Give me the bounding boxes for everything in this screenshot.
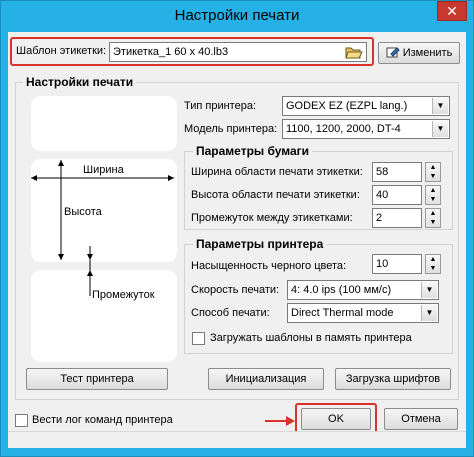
printer-model-select[interactable]: 1100, 1200, 2000, DT-4 ▼ (282, 119, 450, 139)
diagram-width-label: Ширина (83, 164, 124, 176)
ok-button[interactable]: OK (301, 408, 371, 430)
paper-gap-spinner[interactable]: ▲ ▼ (425, 208, 441, 228)
change-button-label: Изменить (402, 47, 453, 59)
diagram-gap-label: Промежуток (92, 289, 155, 301)
paper-gap-label: Промежуток между этикетками: (191, 212, 353, 224)
speed-label: Скорость печати: (191, 284, 280, 296)
printer-type-label: Тип принтера: (184, 100, 257, 112)
browse-button[interactable] (345, 44, 363, 60)
change-button[interactable]: Изменить (378, 42, 460, 64)
load-fonts-button[interactable]: Загрузка шрифтов (335, 368, 451, 390)
method-select[interactable]: Direct Thermal mode ▼ (287, 303, 439, 323)
initialize-button[interactable]: Инициализация (208, 368, 324, 390)
dialog-body: Шаблон этикетки: Этикетка_1 60 x 40.lb3 … (8, 32, 466, 448)
printer-model-label: Модель принтера: (184, 123, 278, 135)
cancel-button[interactable]: Отмена (384, 408, 458, 430)
darkness-spinner[interactable]: ▲ ▼ (425, 254, 441, 274)
arrow-right-icon (265, 416, 295, 426)
chevron-down-icon: ▼ (421, 282, 437, 298)
paper-height-input[interactable]: 40 (372, 185, 422, 205)
paper-title: Параметры бумаги (193, 144, 313, 158)
edit-icon (386, 47, 400, 58)
paper-height-label: Высота области печати этикетки: (191, 189, 360, 201)
load-templates-checkbox[interactable] (192, 332, 205, 345)
paper-height-spinner[interactable]: ▲ ▼ (425, 185, 441, 205)
load-templates-label: Загружать шаблоны в память принтера (210, 332, 412, 344)
chevron-down-icon: ▼ (432, 98, 448, 114)
paper-gap-input[interactable]: 2 (372, 208, 422, 228)
log-label: Вести лог команд принтера (32, 414, 173, 426)
paper-height-value: 40 (376, 189, 389, 201)
darkness-value: 10 (376, 258, 389, 270)
printer-title: Параметры принтера (193, 237, 327, 251)
close-button[interactable]: ✕ (437, 1, 467, 21)
paper-gap-value: 2 (376, 212, 383, 224)
darkness-input[interactable]: 10 (372, 254, 422, 274)
paper-width-spinner[interactable]: ▲ ▼ (425, 162, 441, 182)
folder-open-icon (345, 47, 363, 59)
chevron-down-icon: ▼ (421, 305, 437, 321)
print-settings-window: Настройки печати ✕ Шаблон этикетки: Этик… (0, 0, 474, 457)
window-title: Настройки печати (174, 7, 300, 24)
status-bar (8, 431, 466, 448)
printer-type-select[interactable]: GODEX EZ (EZPL lang.) ▼ (282, 96, 450, 116)
printer-type-value: GODEX EZ (EZPL lang.) (286, 100, 408, 112)
paper-width-label: Ширина области печати этикетки: (191, 166, 363, 178)
close-icon: ✕ (446, 3, 458, 19)
test-printer-button[interactable]: Тест принтера (26, 368, 168, 390)
method-value: Direct Thermal mode (291, 307, 394, 319)
paper-width-value: 58 (376, 166, 389, 178)
log-checkbox[interactable] (15, 414, 28, 427)
chevron-down-icon: ▼ (432, 121, 448, 137)
printer-model-value: 1100, 1200, 2000, DT-4 (286, 123, 401, 135)
diagram-height-label: Высота (64, 206, 102, 218)
speed-value: 4: 4.0 ips (100 мм/с) (291, 284, 392, 296)
speed-select[interactable]: 4: 4.0 ips (100 мм/с) ▼ (287, 280, 439, 300)
paper-width-input[interactable]: 58 (372, 162, 422, 182)
dimension-arrows (31, 160, 174, 296)
method-label: Способ печати: (191, 307, 270, 319)
darkness-label: Насыщенность черного цвета: (191, 260, 347, 272)
